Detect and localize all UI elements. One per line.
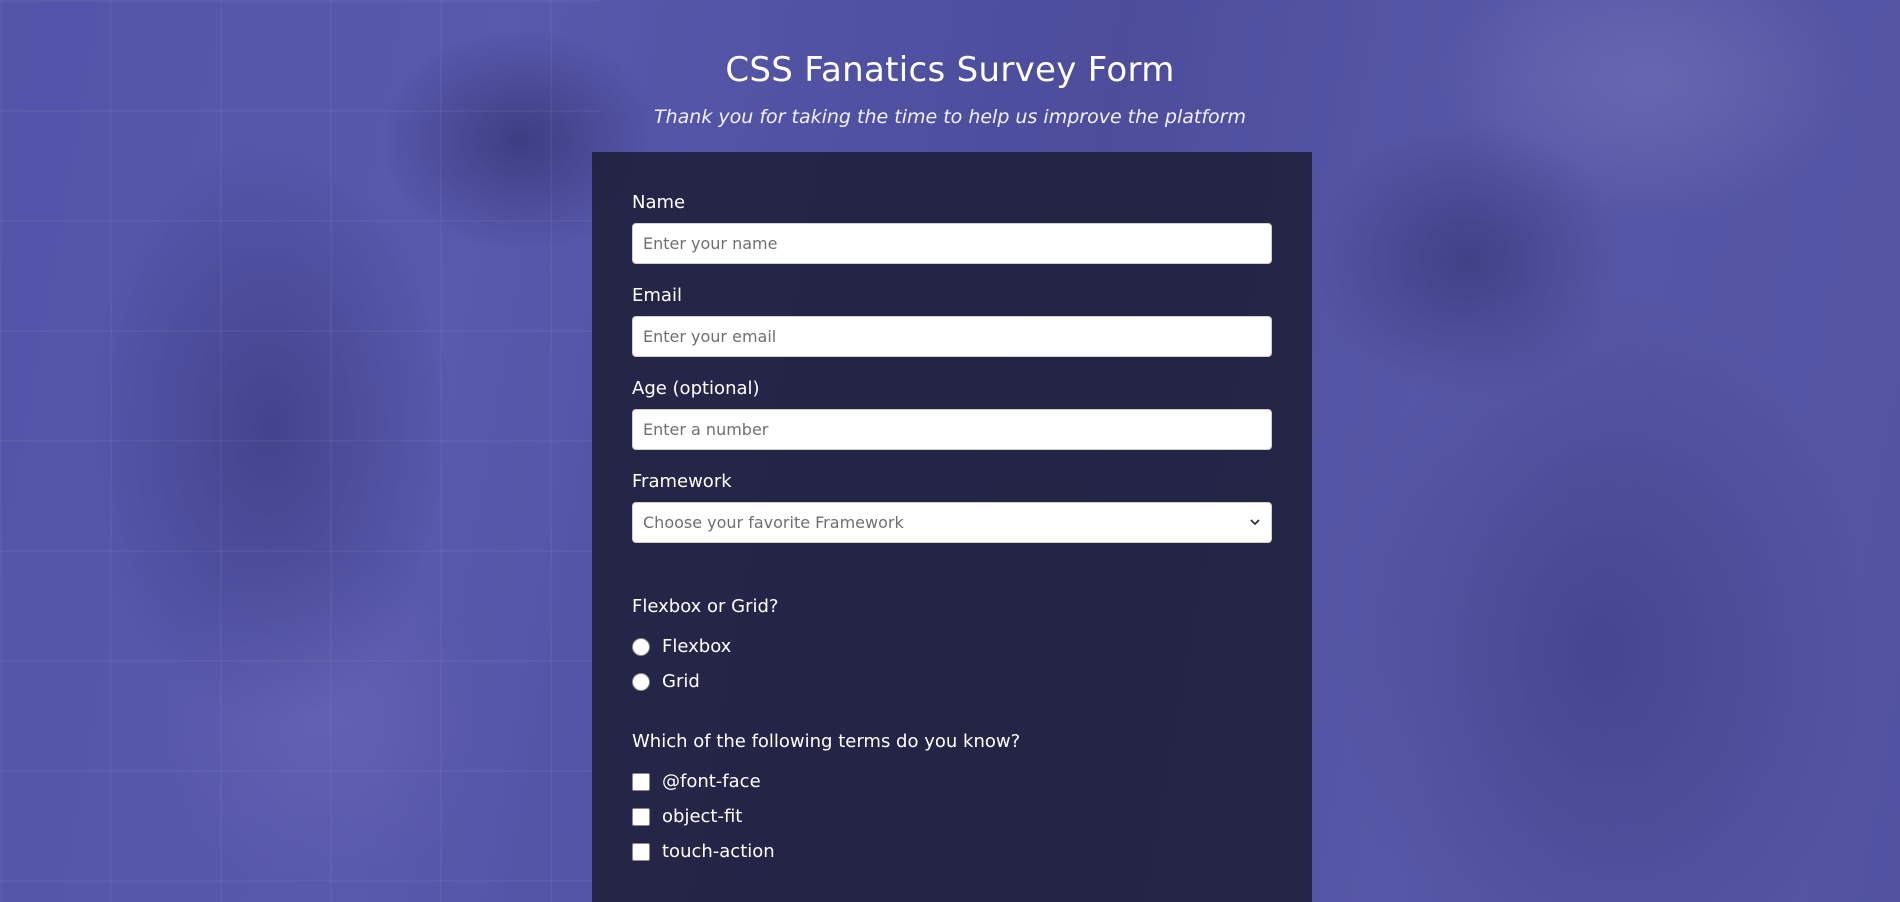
- touch-action-checkbox[interactable]: [632, 842, 650, 861]
- name-input[interactable]: [632, 223, 1272, 264]
- flexbox-label: Flexbox: [662, 636, 732, 657]
- terms-question: Which of the following terms do you know…: [632, 731, 1021, 752]
- framework-selected-value: Choose your favorite Framework: [643, 513, 904, 532]
- flexbox-radio[interactable]: [632, 637, 650, 656]
- radio-option-flexbox[interactable]: Flexbox: [632, 629, 1272, 664]
- font-face-checkbox[interactable]: [632, 772, 650, 791]
- checkbox-option-touch-action[interactable]: touch-action: [632, 834, 1272, 869]
- touch-action-label: touch-action: [662, 841, 775, 862]
- grid-radio[interactable]: [632, 672, 650, 691]
- object-fit-label: object-fit: [662, 806, 743, 827]
- framework-select[interactable]: Choose your favorite Framework: [632, 502, 1272, 543]
- page-subtitle: Thank you for taking the time to help us…: [654, 106, 1246, 128]
- page-title: CSS Fanatics Survey Form: [725, 50, 1175, 90]
- survey-form: Name Email Age (optional) Framework Choo…: [592, 152, 1312, 902]
- checkbox-option-object-fit[interactable]: object-fit: [632, 799, 1272, 834]
- layout-question: Flexbox or Grid?: [632, 596, 779, 617]
- email-input[interactable]: [632, 316, 1272, 357]
- font-face-label: @font-face: [662, 771, 761, 792]
- name-label: Name: [632, 192, 686, 213]
- email-label: Email: [632, 285, 682, 306]
- checkbox-option-font-face[interactable]: @font-face: [632, 764, 1272, 799]
- framework-label: Framework: [632, 471, 732, 492]
- grid-label: Grid: [662, 671, 700, 692]
- chevron-down-icon: [1250, 519, 1260, 526]
- radio-option-grid[interactable]: Grid: [632, 664, 1272, 699]
- age-input[interactable]: [632, 409, 1272, 450]
- object-fit-checkbox[interactable]: [632, 807, 650, 826]
- age-label: Age (optional): [632, 378, 760, 399]
